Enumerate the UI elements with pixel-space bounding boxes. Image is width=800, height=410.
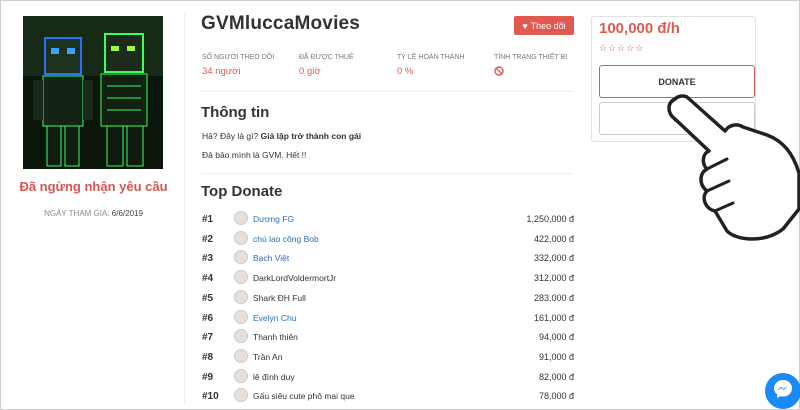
donate-rank: #2 (202, 233, 214, 245)
donor-avatar (234, 329, 248, 344)
donate-row: #1 Dương FG 1,250,000 đ (202, 210, 574, 228)
donor-name: DarkLordVoldermortJr (253, 273, 337, 284)
info-line-2: Đả bảo mình là GVM. Hết !! (202, 150, 307, 160)
donate-rank: #6 (202, 312, 214, 324)
star-icon: ☆ (635, 43, 645, 53)
donate-row: #5 Shark ĐH Full 283,000 đ (202, 289, 574, 307)
donate-rank: #10 (202, 391, 219, 403)
donor-avatar (234, 348, 248, 363)
donate-rank: #5 (202, 292, 214, 304)
star-icon: ☆ (626, 43, 636, 53)
donor-name: Shark ĐH Full (253, 292, 306, 303)
donor-avatar (234, 270, 248, 285)
donate-rank: #9 (202, 371, 214, 383)
pointing-hand-icon (663, 93, 800, 248)
stat-device: TÌNH TRẠNG THIẾT BỊ (494, 54, 567, 79)
donate-row: #8 Trần An 91,000 đ (202, 348, 574, 366)
donor-avatar (234, 230, 248, 245)
stat-followers: SỐ NGƯỜI THEO DÕI 34 người (202, 54, 275, 77)
donor-avatar (234, 211, 248, 225)
donate-rank: #8 (202, 351, 214, 363)
donor-avatar (234, 289, 248, 304)
donor-name: Gấu siêu cute phô mai que (253, 391, 355, 402)
rating-stars: ☆☆☆☆☆ (599, 43, 644, 54)
donate-amount: 1,250,000 đ (526, 214, 574, 224)
donor-avatar (234, 368, 248, 383)
donor-avatar (234, 250, 248, 265)
profile-avatar (23, 16, 163, 169)
donate-rank: #4 (202, 273, 214, 285)
donor-name[interactable]: Evelyn Chu (253, 313, 296, 323)
donate-amount: 332,000 đ (533, 253, 574, 264)
price: 100,000 đ/h (599, 20, 680, 37)
column-divider (184, 13, 185, 405)
page-title: GVMluccaMovies (201, 13, 361, 34)
stat-hired: ĐÃ ĐƯỢC THUÊ 0 giờ (299, 54, 354, 77)
donate-amount: 82,000 đ (538, 371, 574, 382)
heart-icon: ♥ (522, 20, 528, 31)
donate-amount: 422,000 đ (533, 233, 574, 244)
top-donate-heading: Top Donate (201, 183, 283, 200)
follow-button[interactable]: ♥ Theo dõi (514, 16, 574, 35)
donate-amount: 91,000 đ (538, 351, 574, 362)
donate-amount: 161,000 đ (533, 312, 574, 323)
donate-row: #6 Evelyn Chu 161,000 đ (202, 309, 574, 327)
donor-name[interactable]: Bạch Việt (253, 253, 289, 263)
donor-name: Trần An (253, 351, 283, 362)
messenger-icon (772, 378, 794, 405)
messenger-button[interactable] (765, 373, 800, 409)
request-status: Đã ngừng nhận yêu cầu (19, 179, 168, 194)
donate-row: #10 Gấu siêu cute phô mai que 78,000 đ (202, 387, 574, 405)
donate-rank: #1 (202, 214, 214, 225)
divider (201, 91, 573, 92)
donor-name: lê đình duy (253, 371, 295, 382)
star-icon: ☆ (617, 43, 627, 53)
ban-icon (494, 66, 567, 79)
join-date: NGÀY THAM GIA: 6/6/2019 (44, 209, 143, 218)
donor-avatar (234, 309, 248, 324)
donate-amount: 94,000 đ (538, 332, 574, 343)
star-icon: ☆ (608, 43, 618, 53)
donate-row: #9 lê đình duy 82,000 đ (202, 368, 574, 386)
donate-rank: #3 (202, 253, 214, 265)
divider (201, 173, 573, 174)
donor-name[interactable]: Dương FG (253, 214, 294, 224)
donate-amount: 283,000 đ (533, 292, 574, 303)
donate-amount: 78,000 đ (538, 391, 574, 402)
donate-row: #7 Thanh thiên 94,000 đ (202, 328, 574, 346)
donate-row: #3 Bạch Việt 332,000 đ (202, 249, 574, 267)
info-line-1: Hả? Đây là gì? Giả lập trở thành con gái (202, 131, 362, 141)
star-icon: ☆ (599, 43, 609, 53)
stat-completion: TỶ LỆ HOÀN THÀNH 0 % (397, 54, 465, 77)
donate-row: #2 chú lao công Bob 422,000 đ (202, 230, 574, 248)
donor-avatar (234, 388, 248, 403)
donate-amount: 312,000 đ (533, 273, 574, 284)
donate-row: #4 DarkLordVoldermortJr 312,000 đ (202, 269, 574, 287)
donor-name[interactable]: chú lao công Bob (253, 234, 319, 244)
donor-name: Thanh thiên (253, 332, 298, 343)
info-heading: Thông tin (201, 104, 270, 121)
donate-rank: #7 (202, 332, 214, 344)
